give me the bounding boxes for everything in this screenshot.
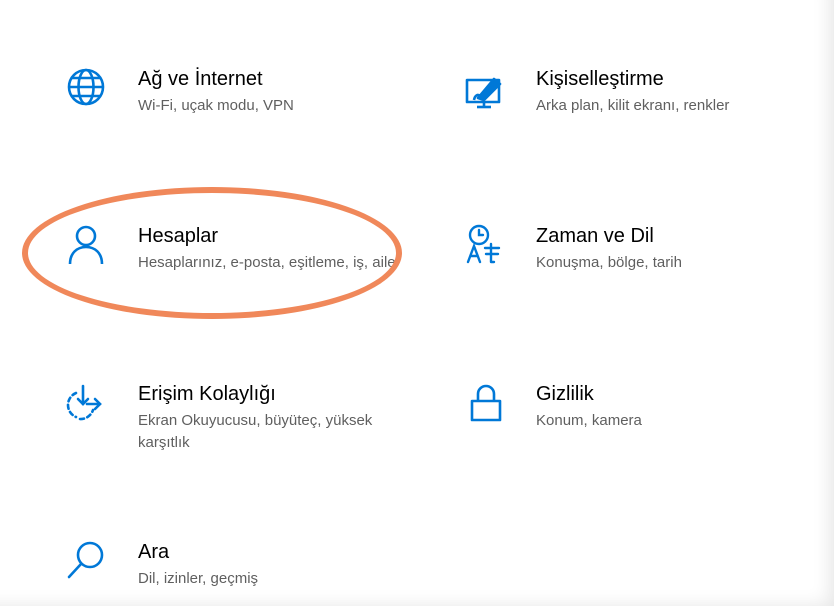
tile-title: Ağ ve İnternet: [138, 68, 263, 90]
lock-icon: [466, 382, 506, 422]
globe-icon: [66, 67, 106, 107]
settings-tile-time-language[interactable]: Zaman ve Dil Konuşma, bölge, tarih: [464, 224, 794, 294]
tile-title: Hesaplar: [138, 225, 219, 247]
tile-title: Zaman ve Dil: [536, 225, 654, 247]
tile-text: Kişiselleştirme Arka plan, kilit ekranı,…: [536, 67, 729, 117]
time-language-icon: [464, 224, 504, 264]
tile-text: Zaman ve Dil Konuşma, bölge, tarih: [536, 224, 682, 274]
tile-title: Ara: [138, 541, 170, 563]
tile-description: Wi-Fi, uçak modu, VPN: [138, 97, 294, 114]
personalization-icon: [464, 71, 504, 111]
search-icon: [66, 540, 106, 580]
settings-tile-privacy[interactable]: Gizlilik Konum, kamera: [464, 382, 794, 452]
settings-tile-search[interactable]: Ara Dil, izinler, geçmiş: [66, 540, 396, 600]
settings-tile-ease-of-access[interactable]: Erişim Kolaylığı Ekran Okuyucusu, büyüte…: [66, 382, 396, 472]
person-icon: [66, 224, 106, 264]
settings-tile-accounts[interactable]: Hesaplar Hesaplarınız, e-posta, eşitleme…: [66, 224, 396, 314]
tile-text: Gizlilik Konum, kamera: [536, 382, 642, 432]
settings-tile-personalization[interactable]: Kişiselleştirme Arka plan, kilit ekranı,…: [464, 67, 794, 137]
tile-text: Erişim Kolaylığı Ekran Okuyucusu, büyüte…: [138, 382, 378, 454]
tile-title: Kişiselleştirme: [536, 68, 664, 90]
tile-text: Ara Dil, izinler, geçmiş: [138, 540, 258, 590]
tile-description: Ekran Okuyucusu, büyüteç, yüksek karşıtl…: [138, 412, 373, 451]
tile-text: Hesaplar Hesaplarınız, e-posta, eşitleme…: [138, 224, 398, 274]
tile-title: Gizlilik: [536, 383, 594, 405]
ease-of-access-icon: [62, 382, 102, 422]
settings-tile-network[interactable]: Ağ ve İnternet Wi-Fi, uçak modu, VPN: [66, 67, 396, 137]
tile-text: Ağ ve İnternet Wi-Fi, uçak modu, VPN: [138, 67, 294, 117]
tile-title: Erişim Kolaylığı: [138, 383, 276, 405]
tile-description: Hesaplarınız, e-posta, eşitleme, iş, ail…: [138, 254, 396, 271]
tile-description: Dil, izinler, geçmiş: [138, 570, 259, 587]
tile-description: Konuşma, bölge, tarih: [536, 254, 682, 271]
tile-description: Arka plan, kilit ekranı, renkler: [536, 97, 730, 114]
tile-description: Konum, kamera: [536, 412, 642, 429]
